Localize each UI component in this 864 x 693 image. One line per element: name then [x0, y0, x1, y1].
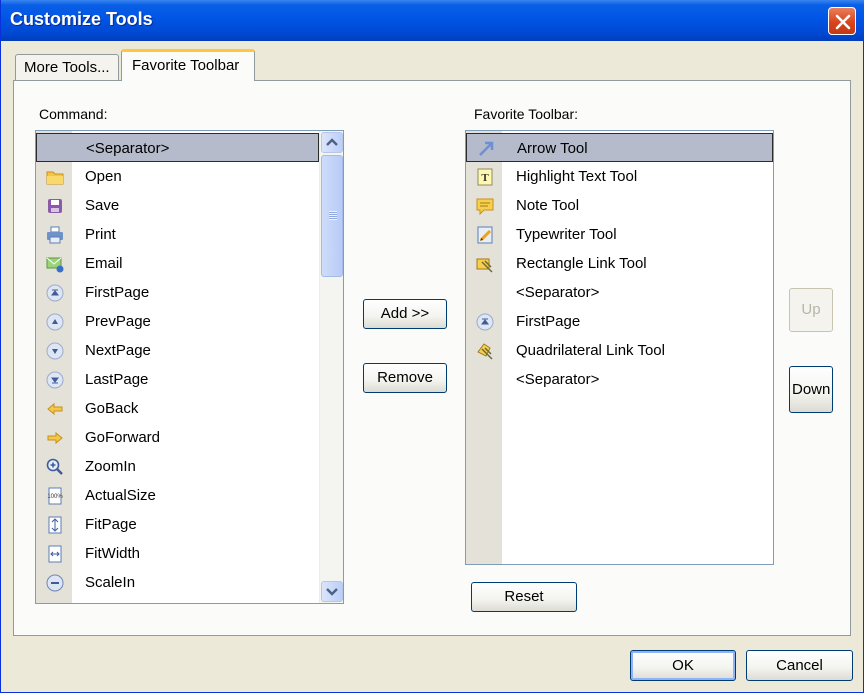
close-icon	[835, 14, 851, 30]
fit-width-icon	[48, 545, 62, 563]
folder-icon	[46, 171, 64, 185]
command-list-scrollbar[interactable]	[319, 131, 343, 603]
list-item-prevpage[interactable]: PrevPage	[36, 307, 319, 336]
list-item-highlight-text-tool[interactable]: T Highlight Text Tool	[466, 162, 773, 191]
cancel-button[interactable]: Cancel	[746, 650, 853, 681]
list-item-label: Arrow Tool	[517, 140, 588, 157]
tab-favorite-toolbar[interactable]: Favorite Toolbar	[121, 49, 255, 81]
list-item-label: Save	[85, 197, 120, 214]
list-item-firstpage[interactable]: FirstPage	[466, 307, 773, 336]
zoom-in-icon	[46, 458, 63, 475]
customize-tools-dialog: Customize Tools More Tools... Favorite T…	[0, 0, 864, 693]
reset-button[interactable]: Reset	[471, 582, 577, 612]
list-item-label: Highlight Text Tool	[516, 168, 638, 185]
scale-in-icon	[46, 574, 64, 592]
list-item-label: Rectangle Link Tool	[516, 255, 647, 272]
last-page-icon	[46, 371, 64, 389]
list-item-label: <Separator>	[86, 140, 170, 157]
list-item-separator[interactable]: <Separator>	[466, 278, 773, 307]
arrow-left-icon	[47, 402, 63, 416]
list-item-label: Print	[85, 226, 116, 243]
list-item-firstpage[interactable]: FirstPage	[36, 278, 319, 307]
arrow-right-icon	[47, 431, 63, 445]
move-down-button[interactable]: Down	[789, 366, 833, 413]
list-item-separator[interactable]: <Separator>	[466, 365, 773, 394]
list-item-label: ScaleIn	[85, 574, 136, 591]
list-item-print[interactable]: Print	[36, 220, 319, 249]
list-item-open[interactable]: Open	[36, 162, 319, 191]
favorite-toolbar-label: Favorite Toolbar:	[474, 106, 579, 122]
scroll-grip	[329, 211, 337, 220]
first-page-icon	[476, 313, 494, 331]
floppy-disk-icon	[48, 199, 62, 213]
list-item-arrow-tool[interactable]: Arrow Tool	[466, 133, 773, 162]
list-item-scalein[interactable]: ScaleIn	[36, 568, 319, 597]
svg-text:100%: 100%	[47, 494, 63, 500]
list-item-email[interactable]: Email	[36, 249, 319, 278]
chevron-up-icon	[326, 138, 338, 146]
list-item-label: GoForward	[85, 429, 161, 446]
list-item-fitpage[interactable]: FitPage	[36, 510, 319, 539]
list-item-label: FitWidth	[85, 545, 141, 562]
title-bar[interactable]: Customize Tools	[1, 0, 864, 41]
chevron-down-icon	[326, 588, 338, 596]
list-item-label: GoBack	[85, 400, 139, 417]
email-icon	[46, 257, 64, 273]
arrow-tool-icon	[479, 141, 494, 156]
list-item-rectangle-link-tool[interactable]: Rectangle Link Tool	[466, 249, 773, 278]
scroll-down-button[interactable]	[321, 581, 343, 602]
list-item-label: FitPage	[85, 516, 137, 533]
add-button[interactable]: Add >>	[363, 299, 447, 329]
fit-page-icon	[48, 516, 62, 534]
list-item-actualsize[interactable]: 100% ActualSize	[36, 481, 319, 510]
list-item-label: NextPage	[85, 342, 151, 359]
list-item-goback[interactable]: GoBack	[36, 394, 319, 423]
tab-more-tools[interactable]: More Tools...	[15, 54, 119, 80]
favorite-toolbar-list[interactable]: Arrow Tool T Highlight Text Tool Note To…	[465, 130, 774, 565]
list-item-zoomin[interactable]: ZoomIn	[36, 452, 319, 481]
prev-page-icon	[46, 313, 64, 331]
svg-text:T: T	[481, 172, 489, 184]
highlight-text-icon: T	[477, 168, 493, 186]
list-item-label: PrevPage	[85, 313, 151, 330]
scroll-up-button[interactable]	[321, 132, 343, 153]
list-item-label: Quadrilateral Link Tool	[516, 342, 665, 359]
typewriter-icon	[477, 226, 493, 244]
note-icon	[476, 198, 494, 215]
first-page-icon	[46, 284, 64, 302]
quadrilateral-link-icon	[477, 343, 493, 360]
rectangle-link-icon	[476, 258, 493, 273]
list-item-save[interactable]: Save	[36, 191, 319, 220]
list-item-label: Typewriter Tool	[516, 226, 617, 243]
list-item-label: <Separator>	[516, 371, 600, 388]
list-item-label: Email	[85, 255, 123, 272]
ok-button[interactable]: OK	[630, 650, 736, 681]
close-button[interactable]	[828, 7, 856, 35]
list-item-label: ZoomIn	[85, 458, 136, 475]
list-item-label: FirstPage	[516, 313, 581, 330]
list-item-note-tool[interactable]: Note Tool	[466, 191, 773, 220]
list-item-lastpage[interactable]: LastPage	[36, 365, 319, 394]
command-list[interactable]: <Separator> Open Save Print Email FirstP…	[35, 130, 344, 604]
remove-button[interactable]: Remove	[363, 363, 447, 393]
list-item-label: ActualSize	[85, 487, 156, 504]
list-item-label: LastPage	[85, 371, 149, 388]
list-item-nextpage[interactable]: NextPage	[36, 336, 319, 365]
list-item-fitwidth[interactable]: FitWidth	[36, 539, 319, 568]
list-item-label: <Separator>	[516, 284, 600, 301]
window-title: Customize Tools	[10, 9, 153, 29]
list-item-label: Note Tool	[516, 197, 580, 214]
list-item-label: FirstPage	[85, 284, 150, 301]
command-label: Command:	[39, 106, 108, 122]
next-page-icon	[46, 342, 64, 360]
actual-size-icon: 100%	[47, 487, 63, 505]
list-item-label: Open	[85, 168, 122, 185]
list-item-goforward[interactable]: GoForward	[36, 423, 319, 452]
printer-icon	[47, 226, 63, 244]
list-item-separator[interactable]: <Separator>	[36, 133, 319, 162]
scroll-thumb[interactable]	[321, 155, 343, 277]
move-up-button[interactable]: Up	[789, 288, 833, 332]
list-item-quadrilateral-link-tool[interactable]: Quadrilateral Link Tool	[466, 336, 773, 365]
list-item-typewriter-tool[interactable]: Typewriter Tool	[466, 220, 773, 249]
